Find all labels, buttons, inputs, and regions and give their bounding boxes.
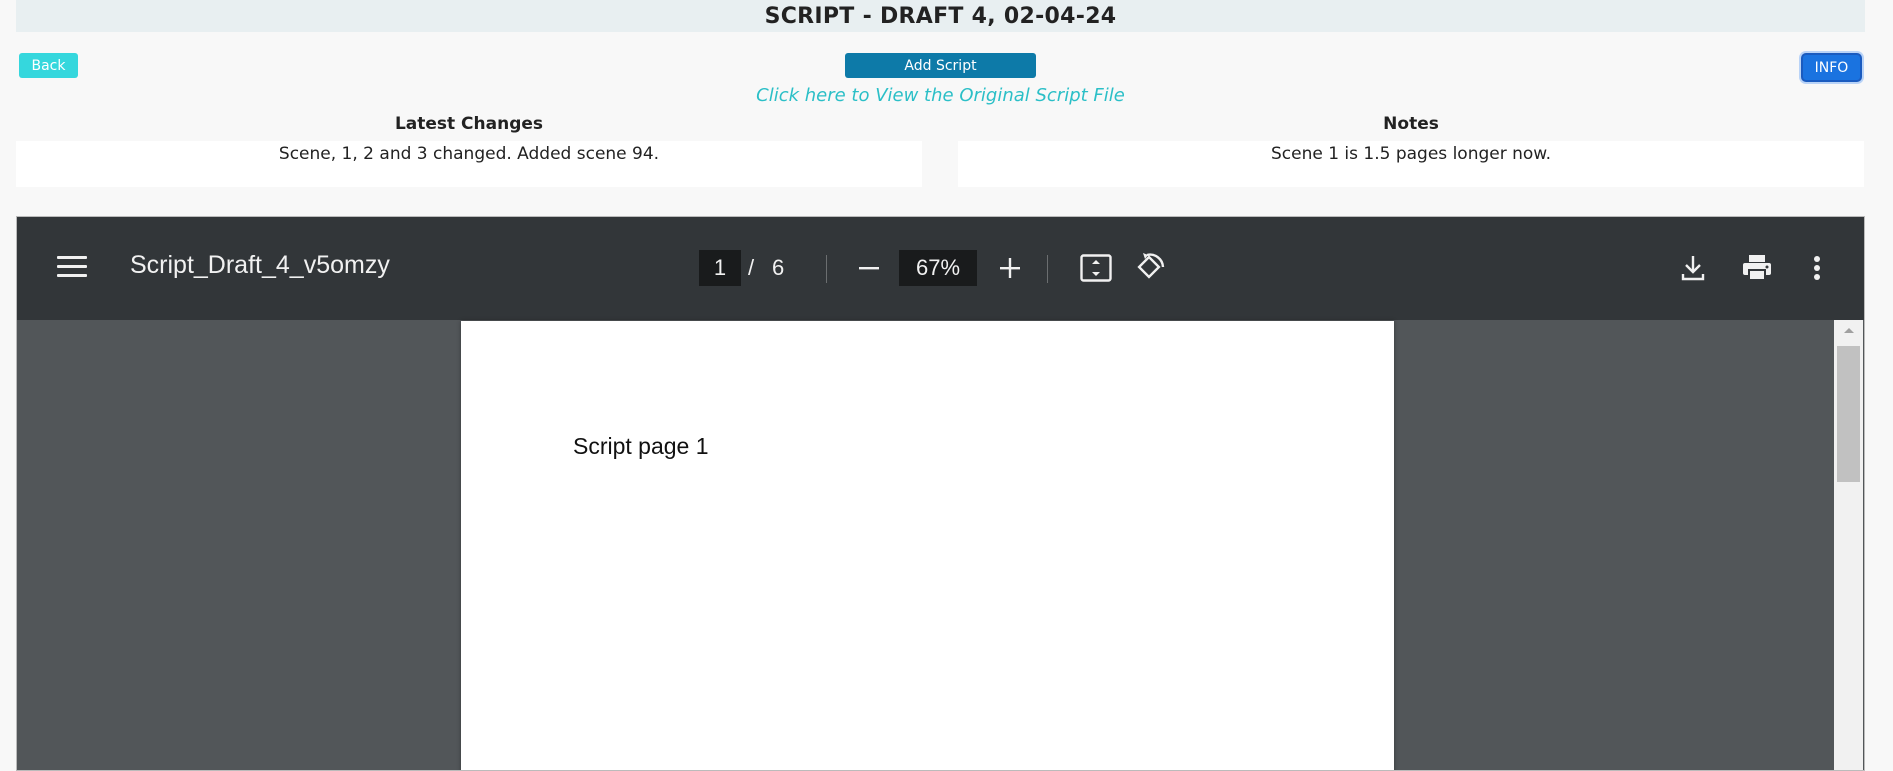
rotate-icon[interactable] bbox=[1133, 251, 1167, 285]
add-script-button[interactable]: Add Script bbox=[845, 53, 1036, 78]
zoom-out-icon[interactable] bbox=[853, 252, 885, 284]
pdf-filename: Script_Draft_4_v5omzy bbox=[130, 251, 390, 279]
fit-page-icon[interactable] bbox=[1079, 252, 1113, 284]
more-options-icon[interactable] bbox=[1807, 252, 1827, 284]
view-original-script-link[interactable]: Click here to View the Original Script F… bbox=[700, 85, 1181, 109]
zoom-in-icon[interactable] bbox=[994, 252, 1026, 284]
page-title: SCRIPT - DRAFT 4, 02-04-24 bbox=[16, 0, 1865, 32]
toolbar-divider bbox=[826, 255, 827, 283]
page-separator: / bbox=[748, 255, 755, 280]
pdf-page: Script page 1 bbox=[461, 321, 1394, 770]
toolbar-divider bbox=[1047, 255, 1048, 283]
latest-changes-box: Scene, 1, 2 and 3 changed. Added scene 9… bbox=[16, 141, 922, 187]
total-pages: 6 bbox=[772, 255, 785, 280]
pdf-toolbar: Script_Draft_4_v5omzy 1 / 6 67% bbox=[17, 217, 1864, 320]
menu-icon[interactable] bbox=[57, 254, 87, 280]
zoom-level-input[interactable]: 67% bbox=[899, 250, 977, 286]
scrollbar-thumb[interactable] bbox=[1837, 346, 1860, 482]
scroll-up-icon[interactable] bbox=[1834, 320, 1863, 340]
latest-changes-heading: Latest Changes bbox=[394, 114, 544, 134]
info-button[interactable]: INFO bbox=[1801, 53, 1862, 82]
vertical-scrollbar[interactable] bbox=[1834, 320, 1863, 770]
pdf-page-text: Script page 1 bbox=[573, 433, 709, 459]
print-icon[interactable] bbox=[1740, 252, 1774, 284]
download-icon[interactable] bbox=[1677, 252, 1709, 284]
current-page-input[interactable]: 1 bbox=[699, 250, 741, 286]
notes-heading: Notes bbox=[1383, 114, 1439, 134]
pdf-viewer: Script_Draft_4_v5omzy 1 / 6 67% Script p… bbox=[16, 216, 1865, 771]
latest-changes-text: Scene, 1, 2 and 3 changed. Added scene 9… bbox=[278, 144, 660, 164]
notes-text: Scene 1 is 1.5 pages longer now. bbox=[1270, 144, 1552, 164]
notes-box: Scene 1 is 1.5 pages longer now. bbox=[958, 141, 1864, 187]
back-button[interactable]: Back bbox=[19, 53, 78, 78]
